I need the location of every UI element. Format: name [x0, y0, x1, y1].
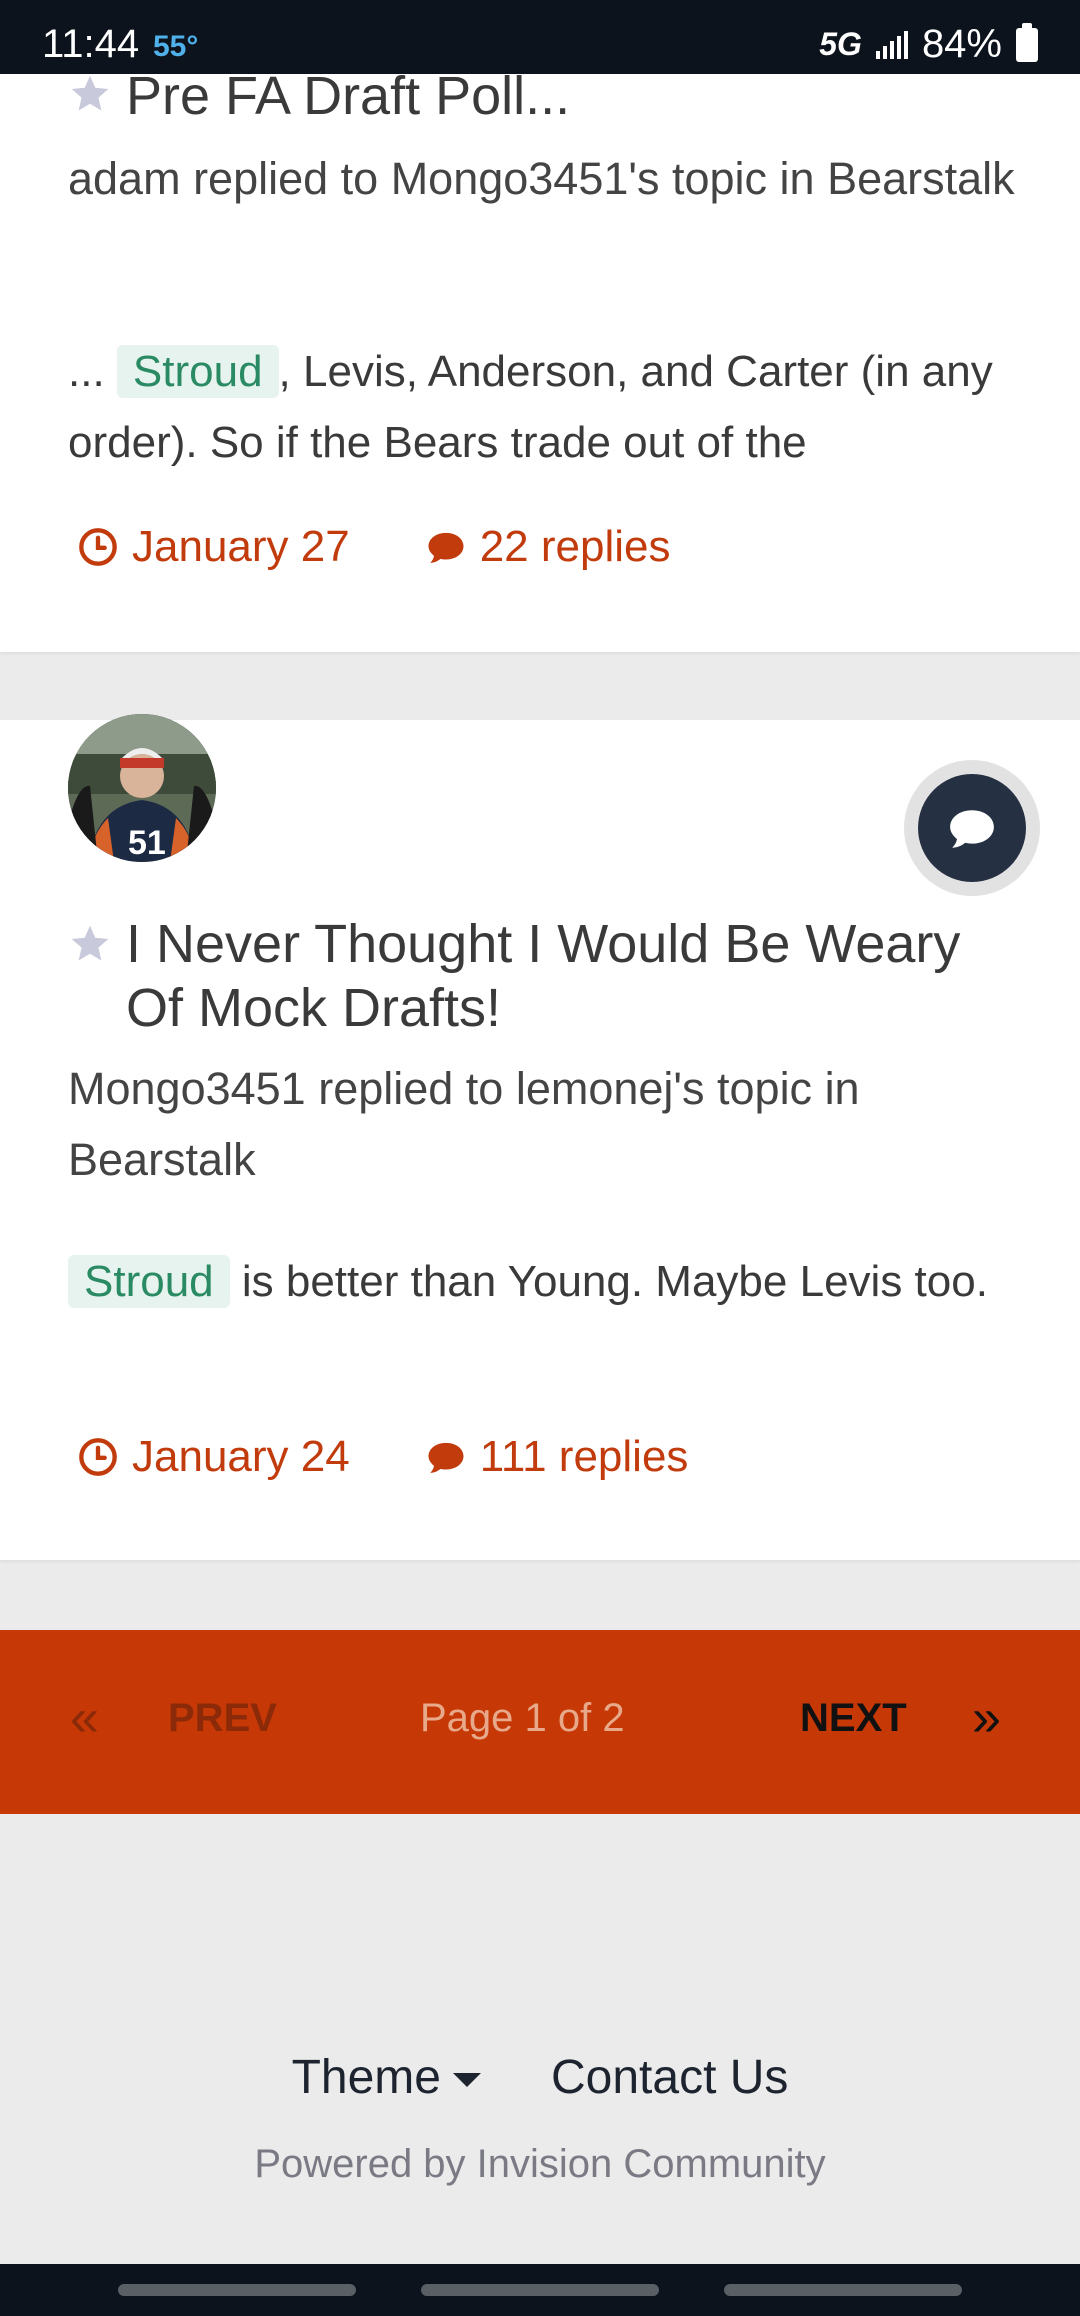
replies-link[interactable]: 111 replies	[426, 1432, 689, 1482]
topic-title-row: I Never Thought I Would Be Weary Of Mock…	[68, 912, 1028, 1040]
status-temperature: 55°	[153, 30, 199, 63]
pagination-bar: « PREV Page 1 of 2 NEXT »	[0, 1630, 1080, 1814]
nav-gesture-pill[interactable]	[118, 2284, 356, 2296]
clock-icon	[79, 1438, 117, 1476]
svg-text:51: 51	[128, 824, 166, 862]
theme-menu[interactable]: Theme	[292, 2050, 481, 2105]
first-page-button[interactable]: «	[70, 1688, 99, 1748]
reply-summary: Mongo3451 replied to lemonej's topic in …	[68, 1063, 860, 1185]
theme-label: Theme	[291, 2051, 441, 2104]
reply-count: 111 replies	[479, 1432, 689, 1481]
contact-us-link[interactable]: Contact Us	[551, 2050, 788, 2105]
post-date: January 24	[132, 1432, 350, 1481]
post-date: January 27	[132, 522, 350, 571]
reply-summary: adam replied to Mongo3451's topic in Bea…	[68, 153, 1015, 204]
snippet-text: is better than Young. Maybe Levis too.	[229, 1257, 988, 1306]
search-result-card: 51 I Never Thought I Would Be Weary Of M…	[0, 714, 1080, 1560]
snippet-text: ...	[68, 347, 117, 396]
system-nav-bar	[0, 2264, 1080, 2316]
result-meta: January 27 22 replies	[78, 522, 746, 572]
date-link[interactable]: January 24	[78, 1432, 350, 1482]
star-icon[interactable]	[68, 922, 112, 966]
avatar[interactable]: 51	[68, 714, 216, 862]
footer-links: Theme Contact Us	[0, 2050, 1080, 2105]
result-meta: January 24 111 replies	[78, 1432, 764, 1482]
replies-link[interactable]: 22 replies	[426, 522, 671, 572]
status-bar: 11:44 55° 5G 84%	[0, 0, 1080, 74]
prev-button[interactable]: PREV	[168, 1696, 277, 1741]
network-type: 5G	[819, 26, 862, 62]
caret-down-icon	[452, 2072, 481, 2087]
nav-gesture-pill[interactable]	[421, 2284, 659, 2296]
page-indicator[interactable]: Page 1 of 2	[420, 1696, 625, 1741]
search-highlight: Stroud	[116, 345, 279, 398]
topic-title-row: Pre FA Draft Poll...	[68, 69, 570, 123]
nav-gesture-pill[interactable]	[724, 2284, 962, 2296]
clock-icon	[79, 528, 117, 566]
battery-percent: 84%	[921, 22, 1002, 66]
reply-count: 22 replies	[479, 522, 671, 571]
next-button[interactable]: NEXT	[800, 1696, 907, 1741]
status-time: 11:44	[42, 22, 140, 66]
avatar-image: 51	[68, 714, 216, 862]
result-snippet: ... Stroud, Levis, Anderson, and Carter …	[68, 336, 1038, 478]
battery-icon	[1016, 22, 1038, 62]
topic-title-link[interactable]: I Never Thought I Would Be Weary Of Mock…	[126, 912, 1028, 1040]
signal-icon	[875, 30, 908, 59]
search-result-card: Pre FA Draft Poll... adam replied to Mon…	[0, 69, 1080, 652]
status-indicators: 5G 84%	[819, 22, 1038, 67]
star-icon[interactable]	[68, 72, 112, 116]
result-snippet: Stroud is better than Young. Maybe Levis…	[68, 1246, 1038, 1317]
topic-title-link[interactable]: Pre FA Draft Poll...	[126, 69, 570, 123]
search-highlight: Stroud	[68, 1255, 230, 1308]
comment-icon	[428, 1442, 464, 1473]
last-page-button[interactable]: »	[972, 1688, 1001, 1748]
chat-bubble-icon	[950, 810, 994, 848]
activity-type-badge	[904, 760, 1040, 896]
comment-icon	[428, 532, 464, 563]
date-link[interactable]: January 27	[78, 522, 350, 572]
powered-by-link[interactable]: Powered by Invision Community	[0, 2142, 1080, 2187]
